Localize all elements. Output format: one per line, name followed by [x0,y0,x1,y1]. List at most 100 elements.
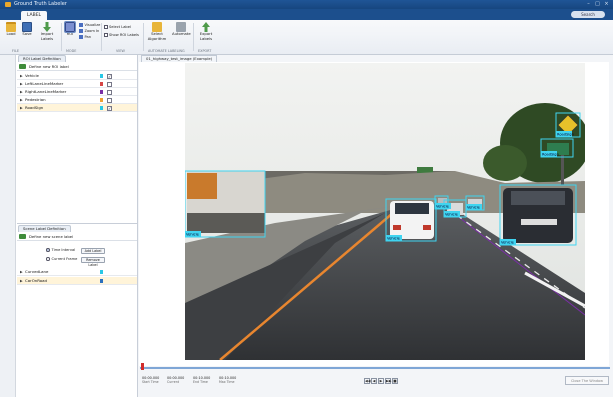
visualize-icon [79,23,83,27]
dark-suv-window [511,191,565,205]
end-time-field[interactable]: 00:10.000 End Time [193,376,210,384]
maximize-button[interactable]: □ [594,1,601,7]
timeline-playhead[interactable] [141,363,144,370]
show-roi-labels-text: Show ROI Labels [109,33,139,38]
ribbon-tab-strip: LABEL Search Documentation [0,9,613,24]
define-roi-label-text: Define new ROI label [29,64,69,69]
max-time-field[interactable]: 00:10.000 Max Time [219,376,236,384]
current-time-field[interactable]: 00:00.000 Current [167,376,184,384]
pan-icon [79,35,83,39]
expand-icon[interactable]: ▶ [20,268,23,276]
load-label: Load [6,31,16,36]
show-roi-labels-checkbox[interactable] [104,33,108,37]
select-label-option[interactable]: Select Label [104,25,131,30]
tab-image-display[interactable]: 01_highway_test_image (Example) [141,55,218,62]
rewind-button[interactable]: ◀◀ [364,378,371,384]
visualize-option[interactable]: Visualize [79,23,100,28]
play-button[interactable]: ▶ [378,378,384,384]
remove-label-button[interactable]: Remove Label [81,257,105,267]
scene-label-row[interactable]: ▶ CarOnRoad [17,277,137,285]
step-back-button[interactable]: ◀ [371,378,377,384]
step-forward-button[interactable]: ▶▶ [385,378,392,384]
select-label-checkbox[interactable] [104,25,108,29]
tab-label[interactable]: LABEL [21,11,47,20]
bounding-box-label: Vehicle [436,205,450,209]
label-visibility-checkbox[interactable]: ✓ [107,105,112,111]
timeline-slider[interactable] [140,367,610,369]
current-frame-radio[interactable]: Current Frame [46,257,77,262]
start-time-field[interactable]: 00:00.000 Start Time [142,376,159,384]
visualize-label: Visualize [84,23,101,28]
label-visibility-checkbox[interactable] [107,97,112,103]
section-file: FILE [12,49,19,53]
roi-label-row[interactable]: ▶ Pedestrian [17,96,137,104]
expand-icon[interactable]: ▶ [20,88,23,96]
zoom-in-option[interactable]: Zoom In [79,29,99,34]
select-algorithm-button[interactable]: Select Algorithm [146,22,168,41]
bounding-box-label: RoadSign [557,133,574,137]
roi-label-name: RightLaneLineMarker [25,89,67,94]
label-visibility-checkbox[interactable] [107,89,112,95]
truck-cab [187,173,217,199]
scene-label-name: CurvedLane [25,269,49,274]
label-visibility-checkbox[interactable]: ✓ [107,73,112,79]
radio-dot [46,248,50,252]
load-button[interactable]: Load [4,22,18,37]
white-car-taillight [393,225,401,230]
pan-option[interactable]: Pan [79,35,91,40]
roi-label-row[interactable]: ▶ LeftLaneLineMarker [17,80,137,88]
expand-icon[interactable]: ▶ [20,72,23,80]
expand-icon[interactable]: ▶ [20,80,23,88]
roi-label-name: LeftLaneLineMarker [25,81,64,86]
bounding-box-label: Vehicle [501,241,515,245]
import-labels-button[interactable]: Import Labels [36,22,58,41]
select-label-text: Select Label [109,25,131,30]
trees [483,145,527,181]
label-visibility-checkbox[interactable] [107,81,112,87]
stop-button[interactable]: ■ [392,378,398,384]
automate-button[interactable]: Automate [172,22,191,37]
scene-label-row[interactable]: ▶ CurvedLane [17,268,137,276]
tab-roi-label-definition[interactable]: ROI Label Definition [18,55,66,62]
roi-mode-button[interactable]: ROI [64,21,76,37]
time-interval-radio[interactable]: Time Interval [46,248,75,253]
roi-label-row[interactable]: ▶ Vehicle ✓ [17,72,137,80]
close-review-button[interactable]: Close The Window [565,376,609,385]
label-color-swatch [100,74,103,78]
search-documentation-input[interactable]: Search Documentation [571,11,605,24]
sign-pole [561,155,564,185]
bounding-box-label: Vehicle [387,237,401,241]
close-window-button[interactable]: × [603,1,610,7]
section-automate: AUTOMATE LABELING [148,49,185,53]
tab-scene-label-definition[interactable]: Scene Label Definition [18,225,71,232]
roi-label-name: Vehicle [25,73,39,78]
label-color-swatch [100,270,103,274]
label-color-swatch [100,279,103,283]
label-color-swatch [100,82,103,86]
roi-label: ROI [66,31,74,36]
divider [101,23,102,51]
automate-label: Automate [172,31,191,36]
export-labels-button[interactable]: Export Labels [196,22,216,41]
expand-icon[interactable]: ▶ [20,277,23,285]
label-color-swatch [100,98,103,102]
expand-icon[interactable]: ▶ [20,96,23,104]
dark-suv-plate [521,219,557,225]
save-label: Save [22,31,32,36]
roi-label-row[interactable]: ▶ RoadSign ✓ [17,104,137,112]
import-labels-label: Import Labels [40,31,54,41]
roi-label-row[interactable]: ▶ RightLaneLineMarker [17,88,137,96]
select-algorithm-label: Select Algorithm [147,31,167,41]
pan-label: Pan [84,35,92,40]
define-roi-label-button[interactable]: Define new ROI label [17,62,137,71]
label-color-swatch [100,90,103,94]
add-label-button[interactable]: Add Label [81,248,105,254]
section-export: EXPORT [198,49,212,53]
expand-icon[interactable]: ▶ [20,104,23,112]
radio-dot [46,257,50,261]
show-roi-labels-option[interactable]: Show ROI Labels [104,33,139,38]
define-scene-label-button[interactable]: Define new scene label [17,232,137,241]
save-button[interactable]: Save [20,22,34,37]
minimize-button[interactable]: – [585,1,592,7]
section-view: VIEW [116,49,125,53]
